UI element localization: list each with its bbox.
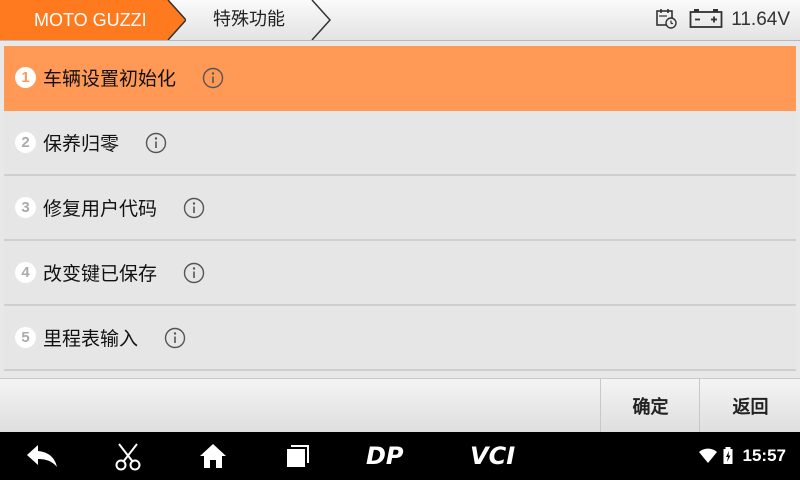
action-bar: 确定 返回 [0, 378, 800, 433]
list-item[interactable]: 3 修复用户代码 [4, 176, 796, 241]
back-button[interactable]: 返回 [699, 379, 800, 433]
list-item[interactable]: 5 里程表输入 [4, 306, 796, 371]
item-label: 改变键已保存 [43, 263, 158, 285]
status-area: 11.64V [643, 0, 790, 40]
vci-logo-icon[interactable]: VCI [470, 432, 528, 480]
info-icon[interactable] [202, 67, 224, 89]
battery-voltage: 11.64V [731, 9, 790, 30]
breadcrumb-current-label: 特殊功能 [213, 9, 285, 30]
car-battery-icon [689, 7, 723, 33]
list-item[interactable]: 2 保养归零 [4, 111, 796, 176]
breadcrumb-item-special-functions[interactable]: 特殊功能 [168, 0, 338, 40]
item-number: 5 [15, 327, 36, 348]
item-label: 车辆设置初始化 [43, 68, 177, 90]
function-list: 1 车辆设置初始化 2 保养归零 3 修复用户代码 4 改变键已保存 5 里程表… [4, 46, 796, 372]
list-item[interactable]: 1 车辆设置初始化 [4, 46, 796, 111]
back-icon[interactable] [24, 432, 60, 480]
dp-logo-icon[interactable]: DP [366, 432, 418, 480]
home-icon[interactable] [198, 432, 228, 480]
item-label: 保养归零 [43, 133, 120, 155]
info-icon[interactable] [164, 327, 186, 349]
item-number: 4 [15, 262, 36, 283]
breadcrumb-brand-label: MOTO GUZZI [34, 10, 147, 30]
wifi-icon [698, 432, 718, 480]
recent-apps-icon[interactable] [284, 432, 312, 480]
confirm-button[interactable]: 确定 [600, 379, 700, 433]
title-bar: MOTO GUZZI 特殊功能 11.64V [0, 0, 800, 41]
item-label: 里程表输入 [43, 328, 139, 350]
item-number: 3 [15, 197, 36, 218]
info-icon[interactable] [183, 262, 205, 284]
vci-text: VCI [470, 442, 515, 470]
calendar-clock-icon[interactable] [655, 7, 677, 33]
item-label: 修复用户代码 [43, 198, 158, 220]
info-icon[interactable] [183, 197, 205, 219]
item-number: 1 [15, 67, 36, 88]
battery-icon [722, 432, 734, 480]
scissors-icon[interactable] [112, 432, 144, 480]
breadcrumb-item-brand[interactable]: MOTO GUZZI [0, 0, 186, 40]
clock-time: 15:57 [742, 446, 786, 465]
item-number: 2 [15, 132, 36, 153]
system-nav-bar: DP VCI 15:57 [0, 432, 800, 480]
info-icon[interactable] [145, 132, 167, 154]
list-item[interactable]: 4 改变键已保存 [4, 241, 796, 306]
dp-text: DP [366, 442, 404, 470]
